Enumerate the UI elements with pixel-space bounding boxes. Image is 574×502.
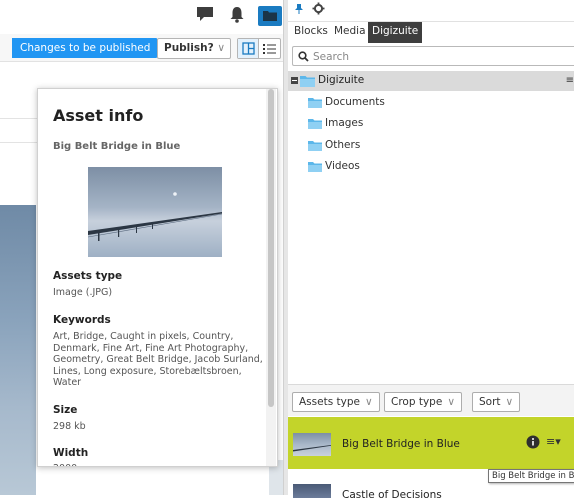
collapse-icon[interactable] — [291, 77, 298, 84]
result-title: Big Belt Bridge in Blue — [342, 438, 460, 450]
page-image — [0, 205, 36, 495]
scrollbar-thumb[interactable] — [268, 89, 274, 407]
folder-icon — [308, 162, 322, 172]
publish-label: Publish? — [164, 42, 214, 54]
sort-filter[interactable]: Sort ∨ — [472, 392, 521, 412]
menu-icon[interactable]: ≡▾ — [546, 435, 561, 448]
crop-type-filter[interactable]: Crop type ∨ — [384, 392, 462, 412]
keywords-label: Keywords — [53, 314, 111, 326]
tree-item-label: Images — [325, 117, 364, 129]
result-thumbnail — [293, 484, 331, 498]
width-value: 2000 — [53, 463, 268, 466]
asset-info-panel: Asset info Big Belt Bridge in Blue Asset… — [37, 88, 278, 467]
keywords-value: Art, Bridge, Caught in pixels, Country, … — [53, 331, 263, 388]
publish-button[interactable]: Publish? ∨ — [157, 38, 231, 59]
search-input[interactable] — [313, 49, 563, 64]
tab-media[interactable]: Media — [330, 22, 370, 43]
folder-icon — [263, 11, 277, 21]
folder-icon — [300, 76, 315, 87]
asset-preview-image — [88, 167, 222, 257]
tree-item-label: Videos — [325, 160, 360, 172]
media-folder-button[interactable] — [258, 6, 282, 26]
list-view-button[interactable] — [259, 39, 280, 58]
chevron-down-icon: ∨ — [505, 396, 514, 408]
assets-type-value: Image (.JPG) — [53, 287, 113, 298]
pane-header — [288, 0, 574, 22]
result-title: Castle of Decisions — [342, 489, 442, 501]
menu-icon[interactable]: ≡ — [566, 75, 574, 86]
result-item-selected[interactable]: Big Belt Bridge in Blue ≡▾ — [288, 417, 574, 469]
chevron-down-icon: ∨ — [364, 396, 373, 408]
pin-icon[interactable] — [294, 3, 304, 18]
size-label: Size — [53, 404, 78, 416]
search-box[interactable] — [292, 46, 574, 66]
gear-icon[interactable] — [312, 2, 325, 18]
folder-icon — [308, 119, 322, 129]
tree-item-label: Documents — [325, 96, 385, 108]
list-view-icon — [263, 44, 276, 54]
tree-root-row[interactable]: Digizuite ≡ — [288, 71, 574, 91]
assets-type-filter-label: Assets type — [299, 396, 360, 408]
chevron-down-icon: ∨ — [447, 396, 455, 408]
comment-icon[interactable] — [196, 6, 216, 26]
tree-root-label: Digizuite — [318, 74, 365, 86]
filter-bar: Assets type ∨ Crop type ∨ Sort ∨ — [288, 384, 574, 416]
divider — [0, 118, 40, 119]
result-thumbnail — [293, 433, 331, 456]
search-icon — [298, 51, 309, 62]
assets-type-filter[interactable]: Assets type ∨ — [292, 392, 380, 412]
bell-icon[interactable] — [229, 6, 249, 26]
sort-filter-label: Sort — [479, 396, 501, 408]
split-view-icon — [242, 42, 255, 55]
folder-icon — [308, 98, 322, 108]
tab-blocks[interactable]: Blocks — [290, 22, 332, 43]
asset-info-title: Asset info — [53, 106, 144, 125]
width-label: Width — [53, 447, 89, 459]
top-toolbar — [0, 0, 287, 34]
assets-type-label: Assets type — [53, 270, 123, 282]
tooltip: Big Belt Bridge in Blu — [488, 469, 574, 483]
tab-digizuite[interactable]: Digizuite — [368, 22, 423, 43]
folder-icon — [308, 141, 322, 151]
size-value: 298 kb — [53, 421, 86, 432]
assets-pane: Blocks Media Digizuite Digizuite ≡ Docum… — [288, 0, 574, 502]
chevron-down-icon: ∨ — [217, 42, 225, 54]
changes-status-badge: Changes to be published — [12, 38, 164, 58]
asset-name: Big Belt Bridge in Blue — [53, 141, 181, 152]
layout-toggle[interactable] — [237, 38, 281, 59]
split-view-button[interactable] — [238, 39, 259, 58]
pane-tabs: Blocks Media Digizuite — [288, 22, 574, 43]
tree-item-label: Others — [325, 139, 361, 151]
publish-bar: Changes to be published Publish? ∨ — [0, 34, 287, 62]
divider — [0, 142, 40, 143]
info-icon[interactable] — [526, 435, 540, 452]
crop-type-filter-label: Crop type — [391, 396, 443, 408]
